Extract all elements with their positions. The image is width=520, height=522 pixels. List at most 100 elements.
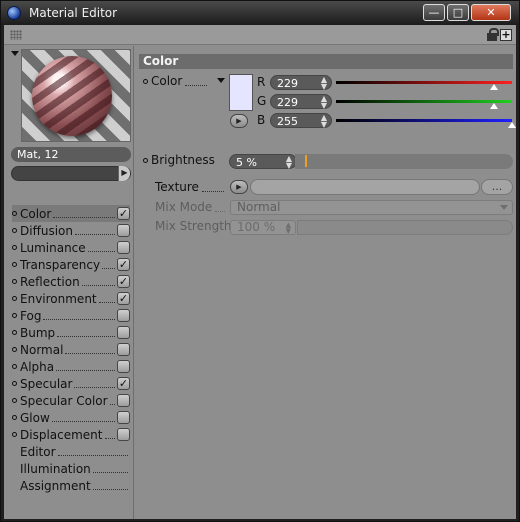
leader-dots	[104, 438, 115, 439]
channel-checkbox[interactable]: ✓	[117, 292, 130, 305]
channel-checkbox[interactable]	[117, 224, 130, 237]
channel-checkbox[interactable]	[117, 326, 130, 339]
channel-checkbox[interactable]: ✓	[117, 275, 130, 288]
mix-strength-field[interactable]: 100 % ▲ ▼	[230, 220, 296, 235]
r-value-field[interactable]: 229 ▲ ▼	[270, 75, 332, 91]
channel-label: Glow	[20, 410, 50, 425]
b-slider-handle[interactable]	[508, 122, 516, 128]
title-bar[interactable]: Material Editor — □ ✕	[1, 1, 519, 25]
channel-checkbox[interactable]: ✓	[117, 377, 130, 390]
b-slider[interactable]	[336, 119, 516, 128]
channel-checkbox[interactable]	[117, 360, 130, 373]
channel-item[interactable]: Bump	[12, 324, 130, 341]
g-value-field[interactable]: 229 ▲ ▼	[270, 94, 332, 110]
channel-item[interactable]: Diffusion	[12, 222, 130, 239]
channel-item[interactable]: Assignment	[12, 477, 130, 494]
brightness-value-field[interactable]: 5 % ▲ ▼	[229, 154, 297, 170]
channel-item[interactable]: Specular ✓	[12, 375, 130, 392]
channel-item[interactable]: Glow	[12, 409, 130, 426]
maximize-button[interactable]: □	[447, 4, 469, 21]
lock-icon[interactable]	[487, 28, 499, 41]
animate-dot-icon[interactable]	[143, 78, 148, 84]
g-slider[interactable]	[336, 100, 512, 109]
channel-item[interactable]: Editor	[12, 443, 130, 460]
animate-dot-icon[interactable]	[12, 432, 17, 437]
channel-item[interactable]: Transparency ✓	[12, 256, 130, 273]
color-menu-arrow-icon[interactable]	[217, 78, 225, 83]
leader-dots	[51, 421, 115, 422]
channel-checkbox[interactable]	[117, 241, 130, 254]
texture-browse-button[interactable]: ...	[481, 179, 513, 195]
minimize-button[interactable]: —	[423, 4, 445, 21]
animate-dot-icon[interactable]	[12, 296, 17, 301]
spin-arrows-icon[interactable]: ▲ ▼	[321, 76, 327, 91]
leader-dots	[65, 353, 115, 354]
channel-item[interactable]: Displacement	[12, 426, 130, 443]
channel-item[interactable]: Color ✓	[12, 205, 130, 222]
animate-dot-icon[interactable]	[12, 228, 17, 233]
channel-label: Illumination	[20, 461, 91, 476]
chevron-down-icon	[500, 205, 508, 210]
animate-dot-icon[interactable]	[12, 381, 17, 386]
b-label: B	[257, 113, 266, 127]
channel-label: Specular	[20, 376, 73, 391]
color-swatch[interactable]	[229, 74, 253, 111]
spin-arrows-icon[interactable]: ▲ ▼	[321, 114, 327, 129]
color-model-button[interactable]: ▶	[230, 114, 248, 128]
channel-checkbox[interactable]: ✓	[117, 207, 130, 220]
channel-item[interactable]: Illumination	[12, 460, 130, 477]
channel-label: Bump	[20, 325, 56, 340]
animate-dot-icon[interactable]	[12, 364, 17, 369]
animate-dot-icon[interactable]	[12, 313, 17, 318]
b-value-field[interactable]: 255 ▲ ▼	[270, 113, 332, 129]
animate-dot-icon[interactable]	[12, 347, 17, 352]
channel-item[interactable]: Reflection ✓	[12, 273, 130, 290]
animate-dot-icon[interactable]	[12, 279, 17, 284]
channel-checkbox[interactable]	[117, 411, 130, 424]
material-scrollbar[interactable]: ▶	[11, 166, 131, 181]
channel-checkbox[interactable]: ✓	[117, 258, 130, 271]
channel-item[interactable]: Luminance	[12, 239, 130, 256]
channel-item[interactable]: Normal	[12, 341, 130, 358]
animate-dot-icon[interactable]	[12, 415, 17, 420]
animate-dot-icon[interactable]	[12, 398, 17, 403]
b-value: 255	[277, 115, 298, 128]
channel-item[interactable]: Environment ✓	[12, 290, 130, 307]
g-slider-handle[interactable]	[490, 103, 499, 109]
mix-strength-slider[interactable]	[297, 220, 513, 235]
channel-checkbox[interactable]	[117, 309, 130, 322]
animate-dot-icon[interactable]	[143, 157, 148, 163]
channel-checkbox[interactable]	[117, 394, 130, 407]
channel-label: Luminance	[20, 240, 86, 255]
grip-icon[interactable]	[10, 30, 22, 40]
r-slider-handle[interactable]	[490, 84, 499, 90]
animate-dot-icon[interactable]	[12, 245, 17, 250]
animate-dot-icon[interactable]	[12, 211, 17, 216]
texture-field[interactable]	[250, 179, 480, 195]
channel-item[interactable]: Specular Color	[12, 392, 130, 409]
preview-menu-arrow-icon[interactable]	[11, 51, 19, 56]
new-panel-icon[interactable]: +	[500, 28, 512, 41]
channel-item[interactable]: Fog	[12, 307, 130, 324]
brightness-slider-marker[interactable]	[305, 155, 307, 167]
close-button[interactable]: ✕	[471, 4, 511, 21]
spin-arrows-icon[interactable]: ▲ ▼	[321, 95, 327, 110]
animate-dot-icon[interactable]	[12, 262, 17, 267]
material-name-field[interactable]: Mat, 12	[11, 147, 131, 162]
channel-checkbox[interactable]	[117, 428, 130, 441]
material-preview[interactable]	[21, 49, 131, 142]
preview-sphere	[32, 56, 112, 136]
r-label: R	[257, 75, 266, 89]
spin-arrows-icon[interactable]: ▲ ▼	[286, 222, 291, 235]
channel-item[interactable]: Alpha	[12, 358, 130, 375]
channel-label: Environment	[20, 291, 97, 306]
scroll-right-icon[interactable]: ▶	[118, 166, 130, 181]
brightness-slider[interactable]	[295, 154, 513, 169]
animate-dot-icon[interactable]	[12, 330, 17, 335]
brightness-label: Brightness	[151, 153, 215, 167]
texture-menu-button[interactable]: ▶	[230, 180, 248, 194]
r-slider[interactable]	[336, 81, 512, 90]
mix-mode-dropdown[interactable]: Normal	[230, 200, 513, 215]
spin-arrows-icon[interactable]: ▲ ▼	[286, 155, 292, 170]
channel-checkbox[interactable]	[117, 343, 130, 356]
